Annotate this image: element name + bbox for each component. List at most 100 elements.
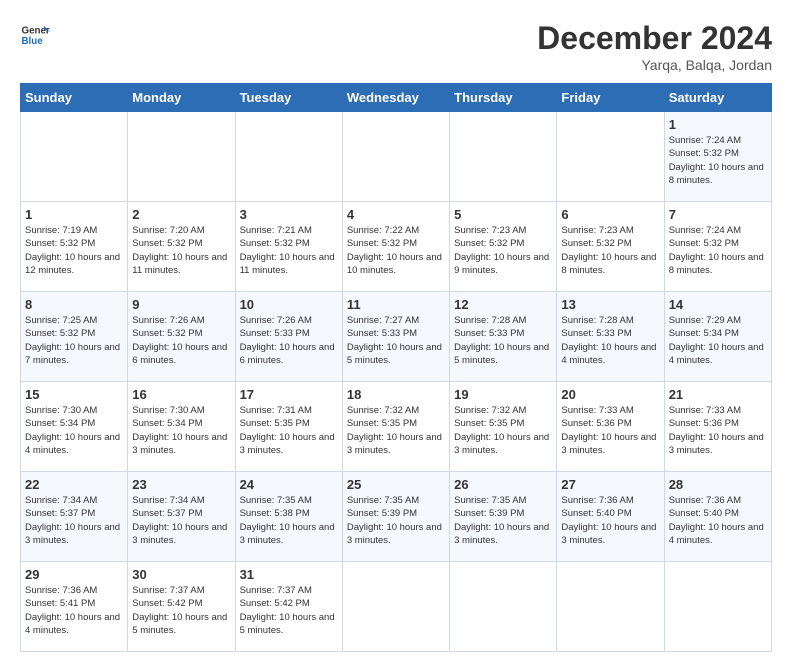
table-row — [21, 112, 128, 202]
day-number: 1 — [669, 117, 767, 132]
header-row: Sunday Monday Tuesday Wednesday Thursday… — [21, 84, 772, 112]
col-wednesday: Wednesday — [342, 84, 449, 112]
cell-info: Sunrise: 7:37 AMSunset: 5:42 PMDaylight:… — [132, 585, 227, 636]
col-sunday: Sunday — [21, 84, 128, 112]
col-friday: Friday — [557, 84, 664, 112]
day-number: 16 — [132, 387, 230, 402]
cell-info: Sunrise: 7:20 AMSunset: 5:32 PMDaylight:… — [132, 225, 227, 276]
logo: General Blue — [20, 20, 50, 50]
day-number: 3 — [240, 207, 338, 222]
day-number: 25 — [347, 477, 445, 492]
col-thursday: Thursday — [450, 84, 557, 112]
day-number: 31 — [240, 567, 338, 582]
cell-info: Sunrise: 7:21 AMSunset: 5:32 PMDaylight:… — [240, 225, 335, 276]
cell-info: Sunrise: 7:30 AMSunset: 5:34 PMDaylight:… — [25, 405, 120, 456]
cell-info: Sunrise: 7:19 AMSunset: 5:32 PMDaylight:… — [25, 225, 120, 276]
table-row: 7 Sunrise: 7:24 AMSunset: 5:32 PMDayligh… — [664, 202, 771, 292]
calendar-row: 1 Sunrise: 7:24 AMSunset: 5:32 PMDayligh… — [21, 112, 772, 202]
cell-info: Sunrise: 7:34 AMSunset: 5:37 PMDaylight:… — [25, 495, 120, 546]
table-row: 17 Sunrise: 7:31 AMSunset: 5:35 PMDaylig… — [235, 382, 342, 472]
cell-info: Sunrise: 7:36 AMSunset: 5:40 PMDaylight:… — [669, 495, 764, 546]
table-row — [342, 112, 449, 202]
cell-info: Sunrise: 7:28 AMSunset: 5:33 PMDaylight:… — [454, 315, 549, 366]
day-number: 27 — [561, 477, 659, 492]
table-row: 23 Sunrise: 7:34 AMSunset: 5:37 PMDaylig… — [128, 472, 235, 562]
day-number: 7 — [669, 207, 767, 222]
day-number: 9 — [132, 297, 230, 312]
col-tuesday: Tuesday — [235, 84, 342, 112]
table-row — [557, 562, 664, 652]
table-row: 19 Sunrise: 7:32 AMSunset: 5:35 PMDaylig… — [450, 382, 557, 472]
cell-info: Sunrise: 7:26 AMSunset: 5:32 PMDaylight:… — [132, 315, 227, 366]
day-number: 4 — [347, 207, 445, 222]
svg-text:General: General — [22, 26, 51, 37]
table-row: 4 Sunrise: 7:22 AMSunset: 5:32 PMDayligh… — [342, 202, 449, 292]
cell-info: Sunrise: 7:33 AMSunset: 5:36 PMDaylight:… — [561, 405, 656, 456]
day-number: 13 — [561, 297, 659, 312]
day-number: 5 — [454, 207, 552, 222]
table-row: 8 Sunrise: 7:25 AMSunset: 5:32 PMDayligh… — [21, 292, 128, 382]
day-number: 24 — [240, 477, 338, 492]
day-number: 22 — [25, 477, 123, 492]
cell-info: Sunrise: 7:37 AMSunset: 5:42 PMDaylight:… — [240, 585, 335, 636]
cell-info: Sunrise: 7:24 AMSunset: 5:32 PMDaylight:… — [669, 225, 764, 276]
table-row — [128, 112, 235, 202]
table-row: 6 Sunrise: 7:23 AMSunset: 5:32 PMDayligh… — [557, 202, 664, 292]
table-row: 29 Sunrise: 7:36 AMSunset: 5:41 PMDaylig… — [21, 562, 128, 652]
table-row: 1 Sunrise: 7:19 AMSunset: 5:32 PMDayligh… — [21, 202, 128, 292]
day-number: 23 — [132, 477, 230, 492]
cell-info: Sunrise: 7:34 AMSunset: 5:37 PMDaylight:… — [132, 495, 227, 546]
cell-info: Sunrise: 7:28 AMSunset: 5:33 PMDaylight:… — [561, 315, 656, 366]
table-row: 16 Sunrise: 7:30 AMSunset: 5:34 PMDaylig… — [128, 382, 235, 472]
table-row — [557, 112, 664, 202]
cell-info: Sunrise: 7:27 AMSunset: 5:33 PMDaylight:… — [347, 315, 442, 366]
calendar-row: 8 Sunrise: 7:25 AMSunset: 5:32 PMDayligh… — [21, 292, 772, 382]
day-number: 26 — [454, 477, 552, 492]
day-number: 18 — [347, 387, 445, 402]
table-row: 1 Sunrise: 7:24 AMSunset: 5:32 PMDayligh… — [664, 112, 771, 202]
day-number: 12 — [454, 297, 552, 312]
table-row: 31 Sunrise: 7:37 AMSunset: 5:42 PMDaylig… — [235, 562, 342, 652]
cell-info: Sunrise: 7:24 AMSunset: 5:32 PMDaylight:… — [669, 135, 764, 186]
table-row: 2 Sunrise: 7:20 AMSunset: 5:32 PMDayligh… — [128, 202, 235, 292]
table-row: 25 Sunrise: 7:35 AMSunset: 5:39 PMDaylig… — [342, 472, 449, 562]
day-number: 2 — [132, 207, 230, 222]
day-number: 6 — [561, 207, 659, 222]
table-row: 24 Sunrise: 7:35 AMSunset: 5:38 PMDaylig… — [235, 472, 342, 562]
table-row: 10 Sunrise: 7:26 AMSunset: 5:33 PMDaylig… — [235, 292, 342, 382]
calendar-row: 22 Sunrise: 7:34 AMSunset: 5:37 PMDaylig… — [21, 472, 772, 562]
day-number: 14 — [669, 297, 767, 312]
cell-info: Sunrise: 7:36 AMSunset: 5:40 PMDaylight:… — [561, 495, 656, 546]
table-row — [342, 562, 449, 652]
table-row: 5 Sunrise: 7:23 AMSunset: 5:32 PMDayligh… — [450, 202, 557, 292]
table-row: 12 Sunrise: 7:28 AMSunset: 5:33 PMDaylig… — [450, 292, 557, 382]
table-row: 18 Sunrise: 7:32 AMSunset: 5:35 PMDaylig… — [342, 382, 449, 472]
cell-info: Sunrise: 7:29 AMSunset: 5:34 PMDaylight:… — [669, 315, 764, 366]
table-row: 26 Sunrise: 7:35 AMSunset: 5:39 PMDaylig… — [450, 472, 557, 562]
svg-text:Blue: Blue — [22, 36, 44, 47]
table-row — [664, 562, 771, 652]
cell-info: Sunrise: 7:36 AMSunset: 5:41 PMDaylight:… — [25, 585, 120, 636]
day-number: 8 — [25, 297, 123, 312]
table-row — [450, 562, 557, 652]
cell-info: Sunrise: 7:35 AMSunset: 5:38 PMDaylight:… — [240, 495, 335, 546]
day-number: 10 — [240, 297, 338, 312]
table-row: 28 Sunrise: 7:36 AMSunset: 5:40 PMDaylig… — [664, 472, 771, 562]
day-number: 1 — [25, 207, 123, 222]
calendar-row: 15 Sunrise: 7:30 AMSunset: 5:34 PMDaylig… — [21, 382, 772, 472]
day-number: 19 — [454, 387, 552, 402]
table-row — [235, 112, 342, 202]
cell-info: Sunrise: 7:23 AMSunset: 5:32 PMDaylight:… — [454, 225, 549, 276]
cell-info: Sunrise: 7:35 AMSunset: 5:39 PMDaylight:… — [347, 495, 442, 546]
day-number: 11 — [347, 297, 445, 312]
month-title: December 2024 — [537, 20, 772, 57]
cell-info: Sunrise: 7:31 AMSunset: 5:35 PMDaylight:… — [240, 405, 335, 456]
table-row: 27 Sunrise: 7:36 AMSunset: 5:40 PMDaylig… — [557, 472, 664, 562]
calendar-row: 29 Sunrise: 7:36 AMSunset: 5:41 PMDaylig… — [21, 562, 772, 652]
table-row: 11 Sunrise: 7:27 AMSunset: 5:33 PMDaylig… — [342, 292, 449, 382]
table-row: 30 Sunrise: 7:37 AMSunset: 5:42 PMDaylig… — [128, 562, 235, 652]
day-number: 17 — [240, 387, 338, 402]
table-row: 15 Sunrise: 7:30 AMSunset: 5:34 PMDaylig… — [21, 382, 128, 472]
logo-icon: General Blue — [20, 20, 50, 50]
cell-info: Sunrise: 7:22 AMSunset: 5:32 PMDaylight:… — [347, 225, 442, 276]
